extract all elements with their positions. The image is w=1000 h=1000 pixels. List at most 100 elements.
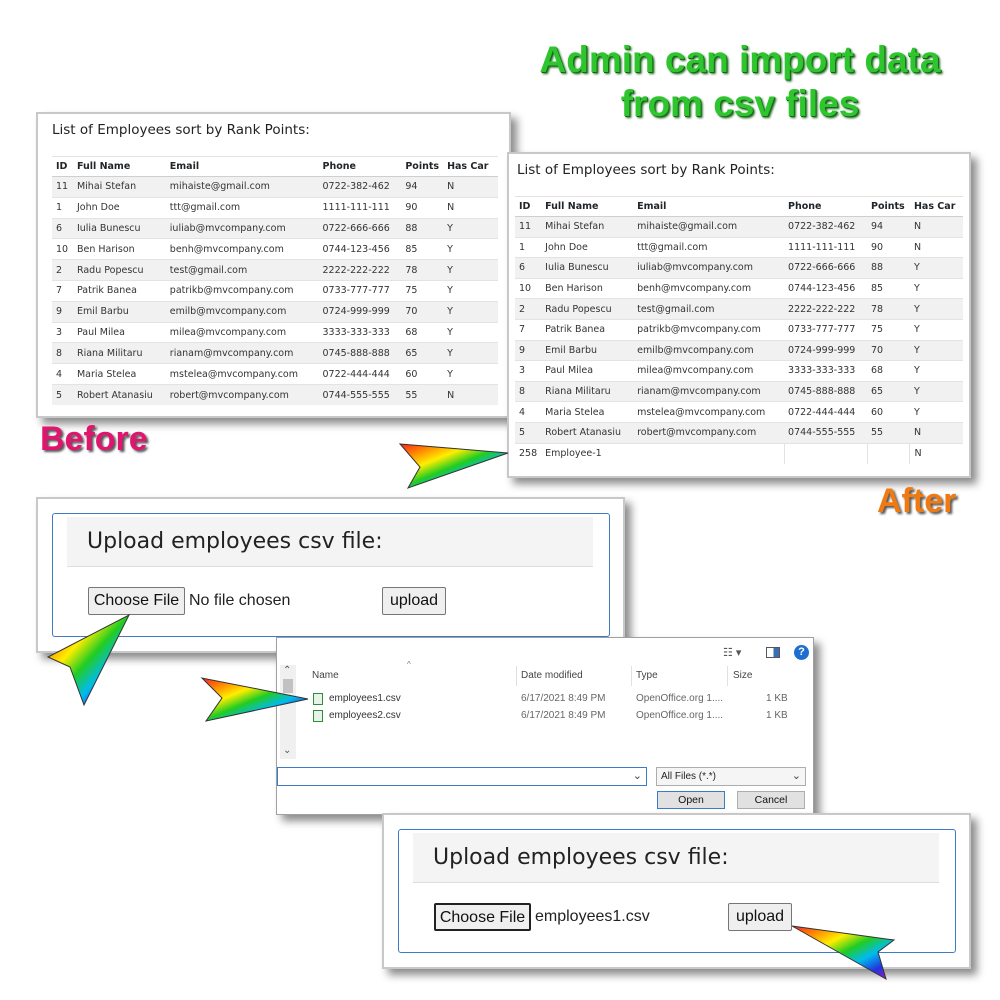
choose-file-button[interactable]: Choose File [88,587,185,615]
table-row: 8 Riana Militaru rianam@mvcompany.com 0745-… [52,342,498,364]
column-header: Full Name [72,156,166,177]
open-button[interactable]: Open [657,791,725,809]
table-cell: 60 [401,363,444,385]
table-cell: 68 [867,360,910,382]
table-cell: 5 [52,383,73,406]
table-row: 9 Emil Barbu emilb@mvcompany.com 0724-999-9… [515,339,963,361]
table-cell: 78 [867,298,910,320]
column-header: Email [633,196,785,217]
table-cell: Emil Barbu [541,339,634,361]
table-cell: 2 [515,298,542,320]
table-row: 4 Maria Stelea mstelea@mvcompany.com 0722-4… [515,401,963,423]
file-type-filter[interactable]: All Files (*.*) ⌄ [656,767,806,786]
file-size: 1 KB [766,693,788,704]
dropdown-chevron-icon[interactable]: ⌄ [633,769,642,782]
upload-button[interactable]: upload [728,903,792,931]
table-cell: N [909,236,963,258]
column-header: ID [52,156,73,177]
table-cell: Y [909,339,963,361]
file-name: employees1.csv [329,693,401,704]
upload-button[interactable]: upload [382,587,446,615]
help-icon[interactable]: ? [794,645,809,660]
file-name-input[interactable]: ⌄ [277,767,647,786]
table-cell: milea@mvcompany.com [165,321,319,343]
file-row[interactable]: employees2.csv 6/17/2021 8:49 PM OpenOff… [307,708,797,724]
rainbow-arrow-icon [791,925,896,981]
table-cell: 75 [401,279,444,302]
headline-line2: from csv files [620,83,860,124]
cancel-button[interactable]: Cancel [737,791,805,809]
file-row[interactable]: employees1.csv 6/17/2021 8:49 PM OpenOff… [307,691,797,707]
upload-heading: Upload employees csv file: [87,529,383,554]
column-header: Points [867,196,910,217]
table-cell: Y [909,360,963,382]
table-cell: benh@mvcompany.com [633,277,785,299]
table-cell: 10 [52,238,73,260]
scroll-down-icon[interactable]: ⌄ [283,745,291,756]
table-cell: mstelea@mvcompany.com [165,363,319,385]
upload-card: Upload employees csv file: Choose File N… [52,513,610,637]
table-cell: 8 [52,342,73,364]
column-header: Has Car [443,156,498,177]
table-cell: emilb@mvcompany.com [165,300,319,323]
table-cell: 55 [867,421,910,444]
table-cell: Iulia Bunescu [541,257,634,279]
table-cell: N [443,196,498,219]
column-header: Email [165,156,319,177]
table-cell: Y [443,259,498,281]
table-cell: 0744-123-456 [784,277,867,299]
table-cell: 85 [401,238,444,260]
preview-pane-icon[interactable] [766,647,780,658]
file-status-text: No file chosen [189,592,291,609]
table-row: 11 Mihai Stefan mihaiste@gmail.com 0722-382… [515,216,963,238]
before-table-panel: List of Employees sort by Rank Points: I… [36,112,511,418]
table-row: 6 Iulia Bunescu iuliab@mvcompany.com 0722-6… [515,257,963,279]
table-cell: 70 [401,300,444,323]
table-row: 11 Mihai Stefan mihaiste@gmail.com 0722-382… [52,176,498,198]
column-header-size[interactable]: Size [733,670,752,681]
table-cell: N [909,442,963,464]
table-cell [867,442,911,464]
table-cell: emilb@mvcompany.com [633,339,785,361]
table-cell: 0744-555-555 [784,421,867,444]
table-cell: Mihai Stefan [72,176,166,198]
view-menu-icon[interactable]: ☷ ▾ [723,646,753,660]
column-header-type[interactable]: Type [636,670,658,681]
table-row: 6 Iulia Bunescu iuliab@mvcompany.com 0722-6… [52,217,498,239]
table-cell: N [909,421,963,444]
table-cell: Paul Milea [541,360,634,382]
column-header: Full Name [541,196,634,217]
column-header: Has Car [909,196,963,217]
table-cell: 90 [401,196,444,219]
column-header: Phone [784,196,867,217]
table-cell: 3333-333-333 [318,321,402,343]
table-cell: Paul Milea [72,321,166,343]
table-cell: rianam@mvcompany.com [633,380,785,402]
table-cell: Robert Atanasiu [72,383,166,406]
column-header-name[interactable]: Name [312,670,339,681]
table-cell: 7 [515,318,542,341]
table-cell: 65 [867,380,910,402]
table-cell: Y [909,380,963,402]
table-cell: Y [443,300,498,323]
table-cell: Y [909,277,963,299]
table-cell [633,442,785,464]
table-cell: Riana Militaru [541,380,634,402]
table-cell: mihaiste@gmail.com [165,176,319,198]
table-header-row: ID Full Name Email Phone Points Has Car [52,156,498,177]
after-table-panel: List of Employees sort by Rank Points: I… [507,152,971,478]
choose-file-button[interactable]: Choose File [434,903,531,931]
table-cell: 11 [52,176,73,198]
table-cell: 88 [867,257,910,279]
column-header-date[interactable]: Date modified [521,670,583,681]
table-cell: Y [909,318,963,341]
table-cell: 5 [515,421,542,444]
table-cell: 3333-333-333 [784,360,867,382]
headline: Admin can import data from csv files [520,38,960,126]
table-row: 10 Ben Harison benh@mvcompany.com 0744-123-… [515,277,963,299]
table-cell: Y [909,298,963,320]
dropdown-chevron-icon: ⌄ [791,770,801,782]
table-cell: 0745-888-888 [318,342,402,364]
table-cell: 65 [401,342,444,364]
table-cell: iuliab@mvcompany.com [633,257,785,279]
